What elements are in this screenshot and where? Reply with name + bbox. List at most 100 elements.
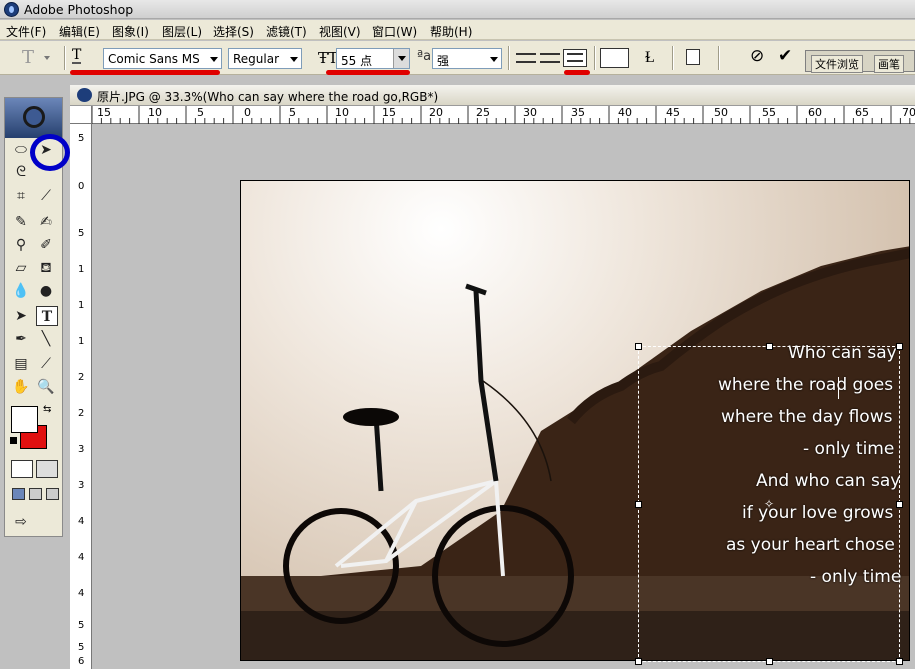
align-right-button[interactable] xyxy=(563,49,587,67)
chevron-down-icon xyxy=(210,57,218,62)
hand-tool-icon[interactable]: ✋ xyxy=(10,377,32,397)
options-separator xyxy=(672,46,674,70)
text-bounding-box[interactable]: ✧ xyxy=(635,343,903,665)
align-left-icon[interactable] xyxy=(516,53,536,63)
document-icon xyxy=(77,88,92,102)
font-family-select[interactable]: Comic Sans MS xyxy=(103,48,222,69)
menu-bar: 文件(F) 编辑(E) 图象(I) 图层(L) 选择(S) 滤镜(T) 视图(V… xyxy=(0,20,915,40)
screen-mode-standard-icon[interactable] xyxy=(12,488,25,500)
options-separator xyxy=(718,46,720,70)
brush-tool-icon[interactable]: ✍ xyxy=(35,212,57,232)
eraser-tool-icon[interactable]: ▱ xyxy=(10,258,32,278)
ruler-label: 45 xyxy=(666,106,680,119)
ruler-origin[interactable] xyxy=(70,106,92,124)
ruler-label: 35 xyxy=(571,106,585,119)
menu-layer[interactable]: 图层(L) xyxy=(162,23,202,40)
ruler-label: 20 xyxy=(429,106,443,119)
resize-handle[interactable] xyxy=(635,501,642,508)
eyedropper-tool-icon[interactable]: ⟋ xyxy=(35,354,57,374)
menu-select[interactable]: 选择(S) xyxy=(213,23,254,40)
screen-mode-full-menu-icon[interactable] xyxy=(29,488,42,500)
swap-colors-icon[interactable]: ⇆ xyxy=(43,404,51,415)
resize-handle[interactable] xyxy=(896,658,903,665)
commit-check-icon[interactable]: ✔ xyxy=(778,46,792,66)
horizontal-ruler[interactable]: 15 10 5 0 5 10 15 20 25 30 35 40 45 50 5… xyxy=(91,106,915,124)
quick-mask-mode-icon[interactable] xyxy=(36,460,58,478)
crop-tool-icon[interactable]: ⌗ xyxy=(10,186,32,206)
default-colors-icon[interactable] xyxy=(10,437,17,444)
blur-tool-icon[interactable]: 💧 xyxy=(10,281,32,301)
ruler-label: 5 xyxy=(197,106,204,119)
jump-to-imageready-icon[interactable]: ⇨ xyxy=(10,512,32,532)
align-right-icon xyxy=(567,53,583,62)
menu-filter[interactable]: 滤镜(T) xyxy=(266,23,307,40)
resize-handle[interactable] xyxy=(766,343,773,350)
vertical-ruler[interactable]: 5 0 5 1 1 1 2 2 3 3 4 4 4 5 5 6 xyxy=(70,124,92,669)
resize-handle[interactable] xyxy=(635,343,642,350)
font-style-value: Regular xyxy=(233,52,280,66)
warp-text-icon[interactable]: Ɫ xyxy=(645,47,655,67)
menu-file[interactable]: 文件(F) xyxy=(6,23,46,40)
ruler-label: 15 xyxy=(97,106,111,119)
options-separator xyxy=(508,46,510,70)
resize-handle[interactable] xyxy=(896,501,903,508)
ruler-label: 2 xyxy=(78,372,85,383)
tab-brushes[interactable]: 画笔 xyxy=(874,55,904,73)
lasso-tool-icon[interactable]: ᘓ xyxy=(10,162,32,182)
screen-mode-full-icon[interactable] xyxy=(46,488,59,500)
path-selection-icon[interactable]: ➤ xyxy=(10,306,32,326)
menu-edit[interactable]: 编辑(E) xyxy=(59,23,100,40)
font-size-select[interactable]: 55 点 xyxy=(336,48,410,69)
ruler-label: 5 xyxy=(289,106,296,119)
toolbox: ⬭ ➤ ᘓ ⌗ ⟋ ✎ ✍ ⚲ ✐ ▱ ⛾ 💧 ● ➤ T ✒ ╲ ▤ ⟋ ✋ … xyxy=(4,97,70,537)
menu-image[interactable]: 图象(I) xyxy=(112,23,149,40)
ruler-label: 0 xyxy=(78,181,85,192)
ruler-label: 65 xyxy=(855,106,869,119)
palettes-icon[interactable] xyxy=(686,49,700,65)
text-color-swatch[interactable] xyxy=(600,48,629,68)
ruler-label: 2 xyxy=(78,408,85,419)
ruler-label: 10 xyxy=(335,106,349,119)
cancel-icon[interactable]: ⊘ xyxy=(750,46,764,66)
history-brush-icon[interactable]: ✐ xyxy=(35,235,57,255)
foreground-color-swatch[interactable] xyxy=(11,406,38,433)
tab-file-browser[interactable]: 文件浏览 xyxy=(811,55,863,73)
menu-window[interactable]: 窗口(W) xyxy=(372,23,417,40)
anti-alias-select[interactable]: 强 xyxy=(432,48,502,69)
resize-handle[interactable] xyxy=(896,343,903,350)
menu-help[interactable]: 帮助(H) xyxy=(430,23,472,40)
resize-handle[interactable] xyxy=(766,658,773,665)
text-orientation-icon[interactable]: T xyxy=(72,48,82,64)
type-tool-icon[interactable]: T xyxy=(36,306,58,326)
paint-bucket-icon[interactable]: ⛾ xyxy=(35,258,57,278)
line-tool-icon[interactable]: ╲ xyxy=(35,329,57,349)
window-title: Adobe Photoshop xyxy=(24,2,134,17)
adobe-eye-icon xyxy=(23,106,45,128)
font-size-icon: ŦT xyxy=(318,49,339,67)
align-center-icon[interactable] xyxy=(540,53,560,63)
tool-preset-dropdown-icon[interactable] xyxy=(44,56,50,60)
pen-tool-icon[interactable]: ✒ xyxy=(10,329,32,349)
resize-handle[interactable] xyxy=(635,658,642,665)
clone-stamp-icon[interactable]: ⚲ xyxy=(10,235,32,255)
ruler-label: 15 xyxy=(382,106,396,119)
photoshop-app-icon xyxy=(4,2,19,17)
notes-tool-icon[interactable]: ▤ xyxy=(10,354,32,374)
healing-brush-icon[interactable]: ✎ xyxy=(10,212,32,232)
menu-view[interactable]: 视图(V) xyxy=(319,23,361,40)
font-style-select[interactable]: Regular xyxy=(228,48,302,69)
marquee-tool-icon[interactable]: ⬭ xyxy=(10,140,32,160)
reference-point-icon[interactable]: ✧ xyxy=(764,497,774,511)
zoom-tool-icon[interactable]: 🔍 xyxy=(35,377,57,397)
options-separator xyxy=(594,46,596,70)
slice-tool-icon[interactable]: ⟋ xyxy=(35,186,57,206)
anti-alias-icon: ªa xyxy=(417,49,432,64)
ruler-label: 30 xyxy=(523,106,537,119)
anti-alias-value: 强 xyxy=(437,54,450,68)
tool-preset-text-icon[interactable]: T xyxy=(22,47,34,68)
red-underline-annotation xyxy=(564,70,590,75)
standard-mode-icon[interactable] xyxy=(11,460,33,478)
ruler-label: 1 xyxy=(78,264,85,275)
chevron-down-icon xyxy=(290,57,298,62)
dodge-tool-icon[interactable]: ● xyxy=(35,281,57,301)
